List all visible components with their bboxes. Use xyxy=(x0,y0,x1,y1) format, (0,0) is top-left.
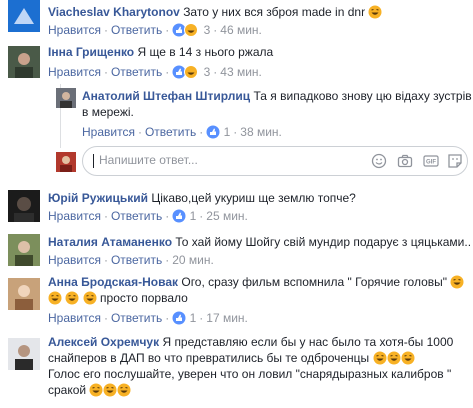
gif-icon[interactable]: GIF xyxy=(423,153,439,169)
camera-icon[interactable] xyxy=(397,153,413,169)
reactions[interactable] xyxy=(172,23,200,37)
avatar[interactable] xyxy=(8,234,40,266)
timestamp[interactable]: 20 мин. xyxy=(172,253,214,267)
timestamp[interactable]: 25 мин. xyxy=(206,209,248,223)
commenter-name[interactable]: Юрій Ружицький xyxy=(48,191,148,205)
avatar[interactable] xyxy=(8,338,40,370)
reply-link[interactable]: Ответить xyxy=(111,23,162,37)
commenter-name[interactable]: Наталия Атаманенко xyxy=(48,235,172,249)
comment-text: Цікаво,цей укуриш ще землю топче? xyxy=(151,191,356,205)
reactions[interactable] xyxy=(172,65,200,79)
like-reaction-icon[interactable] xyxy=(172,311,186,325)
like-link[interactable]: Нравится xyxy=(48,209,101,223)
laugh-emoji-icon xyxy=(368,5,382,19)
laugh-emoji-icon xyxy=(103,383,117,397)
like-reaction-icon[interactable] xyxy=(206,125,220,139)
avatar[interactable] xyxy=(8,278,40,310)
timestamp[interactable]: 38 мин. xyxy=(240,125,282,139)
laugh-emoji-icon xyxy=(65,291,79,305)
like-link[interactable]: Нравится xyxy=(48,65,101,79)
laugh-emoji-icon xyxy=(48,291,62,305)
reply-link[interactable]: Ответить xyxy=(111,65,162,79)
comment-text-continued: в мережі. xyxy=(82,105,134,119)
laugh-emoji-icon xyxy=(373,351,387,365)
text-caret xyxy=(93,154,94,168)
comment-text-continued: сракой xyxy=(48,383,87,397)
timestamp[interactable]: 43 мин. xyxy=(220,65,262,79)
avatar[interactable] xyxy=(8,0,40,32)
comment-text: Ого, сразу фильм вспомнила " Горячие гол… xyxy=(181,275,448,289)
laugh-emoji-icon xyxy=(89,383,103,397)
commenter-name[interactable]: Viacheslav Kharytonov xyxy=(48,5,180,19)
commenter-name[interactable]: Анна Бродская-Новак xyxy=(48,275,178,289)
avatar[interactable] xyxy=(8,46,40,78)
commenter-name[interactable]: Анатолий Штефан Штирлиц xyxy=(82,89,250,103)
laugh-emoji-icon xyxy=(387,351,401,365)
reply-link[interactable]: Ответить xyxy=(111,209,162,223)
timestamp[interactable]: 46 мин. xyxy=(220,23,262,37)
commenter-name[interactable]: Інна Грищенко xyxy=(48,45,134,59)
reply-placeholder: Напишите ответ... xyxy=(99,153,198,167)
like-link[interactable]: Нравится xyxy=(48,253,101,267)
laugh-emoji-icon xyxy=(401,351,415,365)
comment-text-continued: Голос его послушайте, уверен что он лови… xyxy=(48,367,452,381)
laugh-emoji-icon xyxy=(117,383,131,397)
laugh-emoji-icon xyxy=(83,291,97,305)
avatar[interactable] xyxy=(56,88,76,108)
like-link[interactable]: Нравится xyxy=(48,311,101,325)
svg-text:GIF: GIF xyxy=(426,160,436,166)
like-link[interactable]: Нравится xyxy=(48,23,101,37)
sticker-icon[interactable] xyxy=(447,153,463,169)
reply-link[interactable]: Ответить xyxy=(111,311,162,325)
laugh-emoji-icon xyxy=(450,275,464,289)
avatar[interactable] xyxy=(8,190,40,222)
comment-text: Та я випадково знову цю відаху зустрів xyxy=(253,89,472,103)
comment-text: Зато у них вся зброя made in dnr xyxy=(183,5,366,19)
reply-input[interactable]: Напишите ответ... GIF xyxy=(82,146,468,176)
comment-text-continued: просто порвало xyxy=(100,291,188,305)
my-avatar xyxy=(56,152,76,172)
reply-link[interactable]: Ответить xyxy=(111,253,162,267)
reply-link[interactable]: Ответить xyxy=(145,125,196,139)
comment-text: Я представляю если бы у нас было та хотя… xyxy=(162,335,454,349)
like-reaction-icon[interactable] xyxy=(172,209,186,223)
comment-text-continued: снайперов в ДАП во что превратились бы т… xyxy=(48,351,370,365)
timestamp[interactable]: 17 мин. xyxy=(206,311,248,325)
smile-icon[interactable] xyxy=(371,153,387,169)
comment-text: Я ще в 14 з нього ржала xyxy=(137,45,274,59)
commenter-name[interactable]: Алексей Охремчук xyxy=(48,335,159,349)
like-link[interactable]: Нравится xyxy=(82,125,135,139)
comment-text: То хай йому Шойгу свій мундир подарує з … xyxy=(175,235,472,249)
